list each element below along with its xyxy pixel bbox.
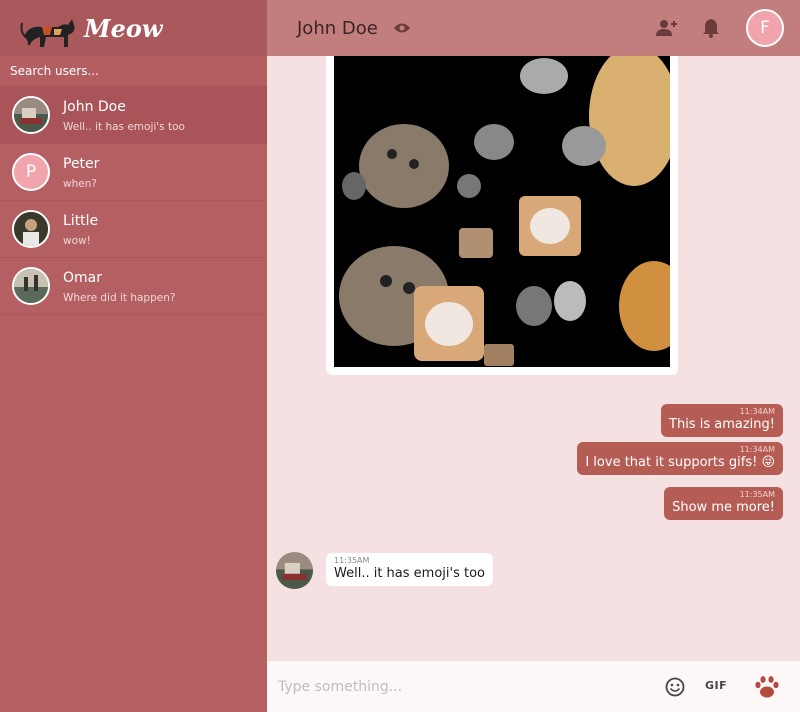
gif-message: [326, 56, 689, 375]
user-name: Peter: [63, 155, 100, 172]
avatar: [12, 267, 50, 305]
user-name: Omar: [63, 269, 102, 286]
user-item-john-doe[interactable]: John Doe Well.. it has emoji's too: [0, 87, 267, 144]
message-time: 11:35AM: [739, 490, 775, 499]
user-preview: Well.. it has emoji's too: [63, 120, 185, 133]
search-bar: [0, 56, 267, 87]
avatar: [12, 96, 50, 134]
message-bubble-outgoing: 11:34AM This is amazing!: [661, 404, 783, 437]
message-time: 11:35AM: [334, 556, 370, 565]
brand: Meow: [0, 0, 267, 56]
user-item-little[interactable]: Little wow!: [0, 201, 267, 258]
message-text: I love that it supports gifs! 😜: [585, 455, 775, 470]
avatar: [12, 210, 50, 248]
message-bubble-outgoing: 11:35AM Show me more!: [664, 487, 783, 520]
search-input[interactable]: [10, 64, 250, 78]
paw-icon[interactable]: [754, 674, 780, 700]
brand-name: Meow: [84, 13, 163, 43]
message-input[interactable]: [278, 678, 638, 695]
message-text: Well.. it has emoji's too: [334, 566, 485, 581]
bell-icon[interactable]: [700, 17, 722, 39]
user-name: Little: [63, 212, 99, 229]
cat-gif-image: [334, 56, 689, 367]
add-user-icon[interactable]: [655, 17, 677, 39]
message-bubble-incoming: 11:35AM Well.. it has emoji's too: [326, 553, 493, 586]
message-time: 11:34AM: [739, 407, 775, 416]
user-item-peter[interactable]: P Peter when?: [0, 144, 267, 201]
sidebar: Meow John Doe Well.. it has emoji's too …: [0, 0, 267, 712]
cat-logo-icon: [20, 19, 75, 47]
avatar: P: [12, 153, 50, 191]
message-bubble-outgoing: 11:34AM I love that it supports gifs! 😜: [577, 442, 783, 475]
sender-avatar: [276, 552, 313, 589]
user-name: John Doe: [63, 98, 126, 115]
chat-title: John Doe: [297, 17, 378, 39]
message-text: Show me more!: [672, 500, 775, 515]
message-list: 11:34AM This is amazing! 11:34AM I love …: [267, 56, 800, 661]
user-item-omar[interactable]: Omar Where did it happen?: [0, 258, 267, 315]
profile-avatar[interactable]: F: [746, 9, 784, 47]
message-composer: GIF: [267, 661, 800, 712]
emoji-icon[interactable]: [665, 677, 685, 697]
header-actions: F: [632, 0, 784, 56]
message-time: 11:34AM: [739, 445, 775, 454]
user-preview: when?: [63, 177, 97, 190]
eye-icon[interactable]: [393, 22, 411, 34]
user-preview: Where did it happen?: [63, 291, 176, 304]
message-text: This is amazing!: [669, 417, 775, 432]
gif-button[interactable]: GIF: [705, 679, 727, 692]
chat-header: John Doe F: [267, 0, 800, 56]
user-preview: wow!: [63, 234, 91, 247]
